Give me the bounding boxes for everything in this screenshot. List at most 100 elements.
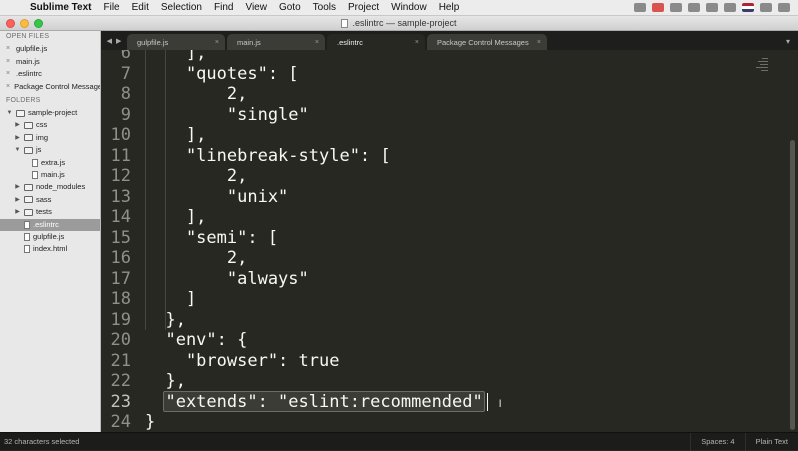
vertical-scrollbar[interactable]: [790, 140, 795, 430]
tab-gulpfile-js[interactable]: gulpfile.js ×: [127, 34, 225, 50]
line-number: 6: [120, 50, 131, 63]
code-line[interactable]: "unix": [145, 187, 288, 208]
code-line[interactable]: ],: [145, 207, 206, 228]
tab-package-control-messages[interactable]: Package Control Messages ×: [427, 34, 547, 50]
menu-app-name[interactable]: Sublime Text: [24, 2, 98, 13]
chevron-right-icon[interactable]: ▶: [14, 181, 21, 193]
code-editor[interactable]: 6 7 8 9 10 11 12 13 14 15 16 17 18 19 20 21 22 23 24 ], "q…: [101, 50, 798, 432]
list-icon[interactable]: [778, 3, 790, 12]
close-icon[interactable]: ×: [537, 39, 541, 46]
tab-list-dropdown-icon[interactable]: ▾: [786, 37, 790, 46]
code-line[interactable]: "extends": "eslint:recommended": [145, 392, 482, 413]
window-title: .eslintrc — sample-project: [352, 18, 457, 28]
code-line[interactable]: "linebreak-style": [: [145, 146, 391, 167]
code-line[interactable]: },: [145, 371, 185, 392]
tab-main-js[interactable]: main.js ×: [227, 34, 325, 50]
code-line[interactable]: ],: [145, 50, 206, 64]
menu-goto[interactable]: Goto: [273, 2, 307, 13]
menu-tools[interactable]: Tools: [307, 2, 342, 13]
close-window-button[interactable]: [6, 19, 15, 28]
tree-folder-tests[interactable]: ▶ tests: [0, 206, 100, 218]
code-line[interactable]: "browser": true: [145, 351, 340, 372]
menu-edit[interactable]: Edit: [126, 2, 155, 13]
syntax-selector[interactable]: Plain Text: [744, 432, 798, 451]
code-line[interactable]: "single": [145, 105, 309, 126]
chevron-right-icon[interactable]: ▶: [14, 194, 21, 206]
open-file-package-control[interactable]: × Package Control Messages: [0, 81, 100, 94]
sidebar: OPEN FILES × gulpfile.js × main.js × .eslin…: [0, 31, 101, 432]
code-line[interactable]: "quotes": [: [145, 64, 299, 85]
tree-file-gulpfile[interactable]: gulpfile.js: [0, 231, 100, 243]
tree-label: sample-project: [28, 108, 78, 117]
minimap-line: [761, 70, 768, 71]
file-icon: [32, 171, 38, 180]
menu-selection[interactable]: Selection: [155, 2, 208, 13]
chevron-right-icon[interactable]: ▶: [14, 206, 21, 218]
code-line[interactable]: ],: [145, 125, 206, 146]
selection-status: 32 characters selected: [4, 437, 80, 446]
close-icon[interactable]: ×: [315, 39, 319, 46]
indentation-setting[interactable]: Spaces: 4: [690, 432, 744, 451]
tree-folder-sample-project[interactable]: ▼ sample-project: [0, 107, 100, 119]
open-file-label: Package Control Messages: [14, 81, 101, 91]
close-icon[interactable]: ×: [215, 39, 219, 46]
close-icon[interactable]: ×: [6, 81, 10, 94]
tree-folder-sass[interactable]: ▶ sass: [0, 194, 100, 206]
chevron-left-icon[interactable]: ◀: [107, 37, 112, 45]
tree-file-eslintrc[interactable]: .eslintrc: [0, 218, 100, 231]
code-line[interactable]: 2,: [145, 166, 247, 187]
open-file-main[interactable]: × main.js: [0, 56, 100, 69]
close-icon[interactable]: ×: [415, 39, 419, 46]
wifi-icon[interactable]: [706, 3, 718, 12]
search-icon[interactable]: [760, 3, 772, 12]
chevron-right-icon[interactable]: ▶: [14, 119, 21, 131]
tree-file-index-html[interactable]: index.html: [0, 243, 100, 255]
recording-icon[interactable]: [652, 3, 664, 12]
minimap[interactable]: [750, 50, 798, 432]
chevron-down-icon[interactable]: ▼: [14, 144, 21, 156]
tree-folder-node-modules[interactable]: ▶ node_modules: [0, 181, 100, 193]
chevron-down-icon[interactable]: ▼: [6, 107, 13, 119]
zoom-window-button[interactable]: [34, 19, 43, 28]
close-icon[interactable]: ×: [6, 56, 12, 69]
open-file-gulpfile[interactable]: × gulpfile.js: [0, 43, 100, 56]
code-line[interactable]: },: [145, 310, 185, 331]
code-line[interactable]: }: [145, 412, 155, 432]
sync-icon[interactable]: [670, 3, 682, 12]
code-line[interactable]: 2,: [145, 248, 247, 269]
close-icon[interactable]: ×: [6, 43, 12, 56]
status-right: Spaces: 4 Plain Text: [690, 432, 798, 451]
tree-folder-img[interactable]: ▶ img: [0, 132, 100, 144]
code-line[interactable]: 2,: [145, 84, 247, 105]
chevron-right-icon[interactable]: ▶: [14, 132, 21, 144]
code-line[interactable]: ]: [145, 289, 196, 310]
tree-folder-js[interactable]: ▼ js: [0, 144, 100, 156]
tree-file-main-js[interactable]: main.js: [0, 169, 100, 181]
tree-folder-css[interactable]: ▶ css: [0, 119, 100, 131]
menu-help[interactable]: Help: [433, 2, 466, 13]
code-line[interactable]: "always": [145, 269, 309, 290]
menu-file[interactable]: File: [98, 2, 126, 13]
tree-file-extra-js[interactable]: extra.js: [0, 157, 100, 169]
minimap-line: [756, 67, 768, 68]
menu-view[interactable]: View: [239, 2, 273, 13]
minimize-window-button[interactable]: [20, 19, 29, 28]
user-icon[interactable]: [688, 3, 700, 12]
tab-eslintrc[interactable]: .eslintrc ×: [327, 34, 425, 50]
open-files-header: OPEN FILES: [6, 33, 50, 40]
close-icon[interactable]: ×: [6, 68, 12, 81]
line-number: 17: [110, 268, 131, 289]
display-icon[interactable]: [634, 3, 646, 12]
open-file-eslintrc[interactable]: × .eslintrc: [0, 68, 100, 81]
code-line[interactable]: "env": {: [145, 330, 247, 351]
text-cursor: [486, 393, 488, 411]
volume-icon[interactable]: [724, 3, 736, 12]
chevron-right-icon[interactable]: ▶: [116, 37, 121, 45]
menu-find[interactable]: Find: [208, 2, 239, 13]
menu-project[interactable]: Project: [342, 2, 385, 13]
code-line[interactable]: "semi": [: [145, 228, 278, 249]
line-number: 7: [120, 63, 131, 84]
menu-window[interactable]: Window: [385, 2, 433, 13]
us-flag-input-icon[interactable]: [742, 3, 754, 12]
tab-label: gulpfile.js: [137, 37, 169, 47]
